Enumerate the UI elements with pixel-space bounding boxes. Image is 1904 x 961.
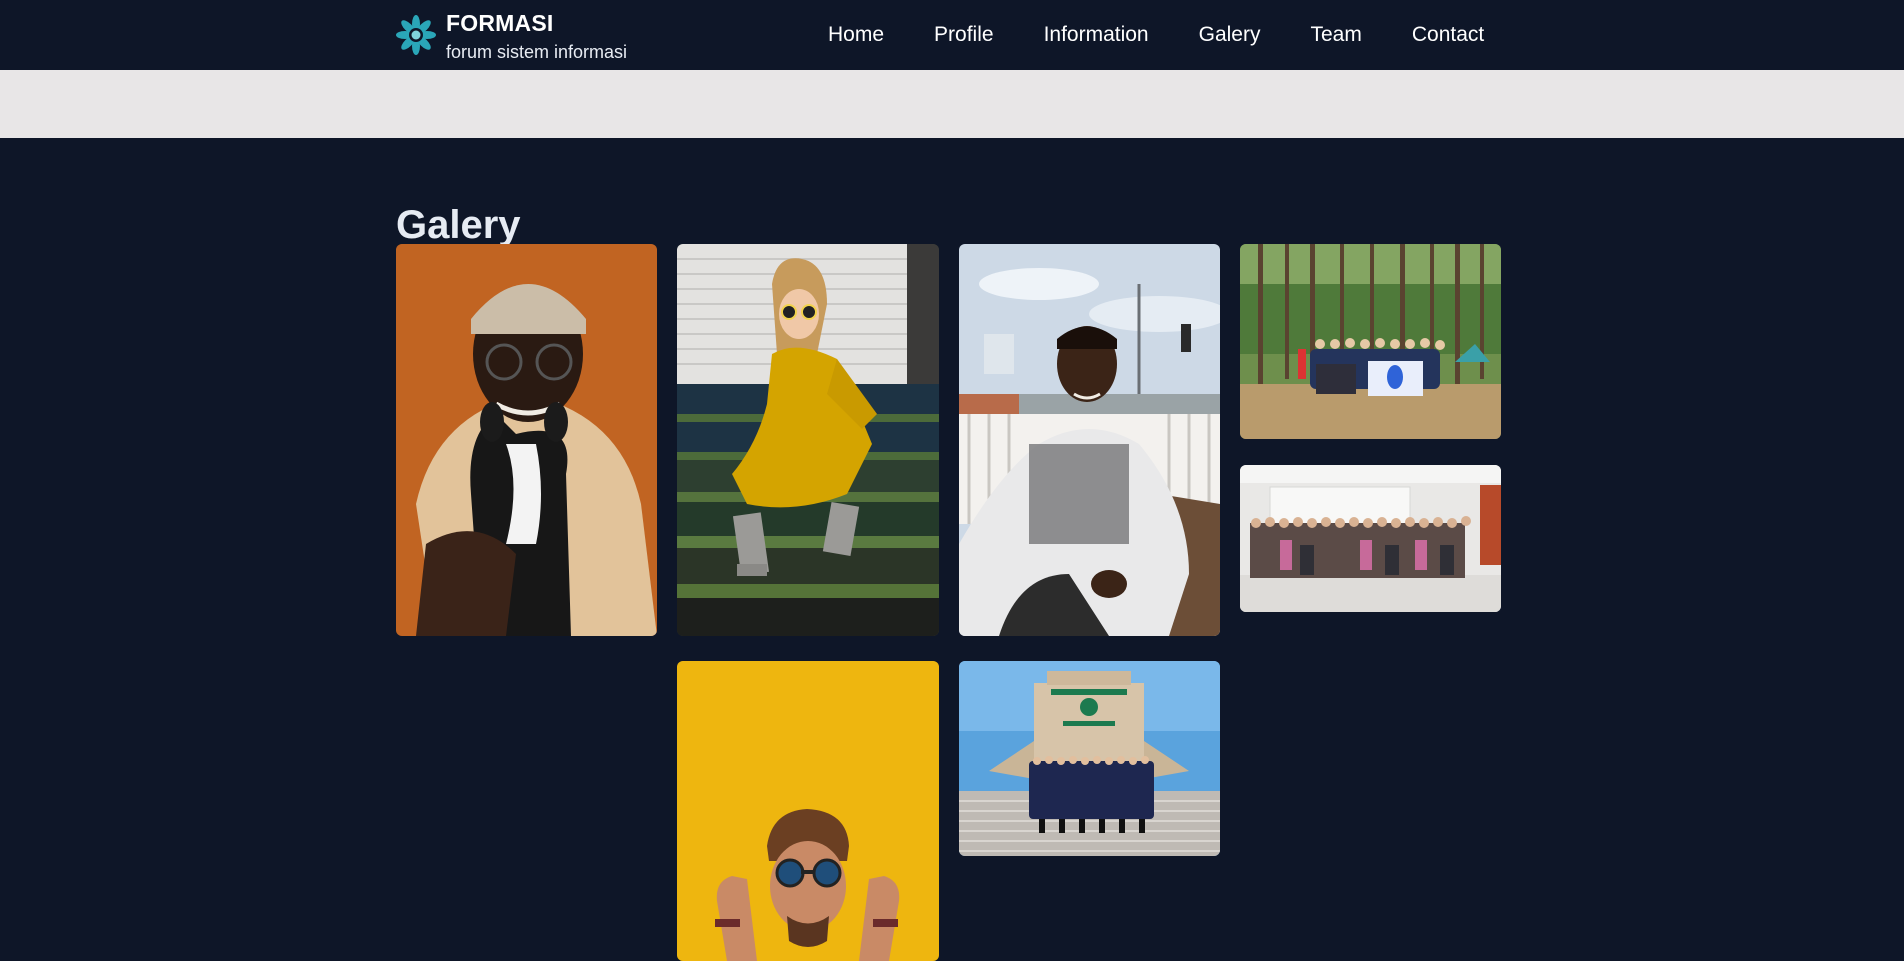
photo-group-building-stairs <box>959 661 1220 856</box>
nav-contact[interactable]: Contact <box>1412 22 1484 48</box>
gallery-photo-man-with-dog[interactable] <box>396 244 657 636</box>
light-band <box>0 70 1904 138</box>
gallery-photo-group-forest[interactable] <box>1240 244 1501 439</box>
nav-team[interactable]: Team <box>1310 22 1361 48</box>
nav-galery[interactable]: Galery <box>1199 22 1261 48</box>
navbar: FORMASI forum sistem informasi Home Prof… <box>0 0 1904 70</box>
gallery-photo-group-building-stairs[interactable] <box>959 661 1220 856</box>
gallery-photo-woman-yellow-dress[interactable] <box>677 244 939 636</box>
photo-man-yellow-wall <box>677 661 939 961</box>
formasi-logo-icon <box>396 15 436 55</box>
nav-profile[interactable]: Profile <box>934 22 994 48</box>
main-nav: Home Profile Information Galery Team Con… <box>828 22 1484 48</box>
brand-tagline: forum sistem informasi <box>446 42 628 62</box>
photo-woman-yellow-dress <box>677 244 939 636</box>
nav-information[interactable]: Information <box>1044 22 1149 48</box>
photo-man-with-dog <box>396 244 657 636</box>
gallery-photo-group-indoor[interactable] <box>1240 465 1501 612</box>
photo-man-white-hoodie <box>959 244 1220 636</box>
nav-home[interactable]: Home <box>828 22 884 48</box>
photo-group-forest <box>1240 244 1501 439</box>
brand[interactable]: FORMASI forum sistem informasi <box>396 10 627 63</box>
brand-name: FORMASI <box>446 10 554 36</box>
gallery-photo-man-yellow-wall[interactable] <box>677 661 939 961</box>
gallery-photo-man-white-hoodie[interactable] <box>959 244 1220 636</box>
gallery-title: Galery <box>396 203 521 248</box>
photo-group-indoor <box>1240 465 1501 612</box>
